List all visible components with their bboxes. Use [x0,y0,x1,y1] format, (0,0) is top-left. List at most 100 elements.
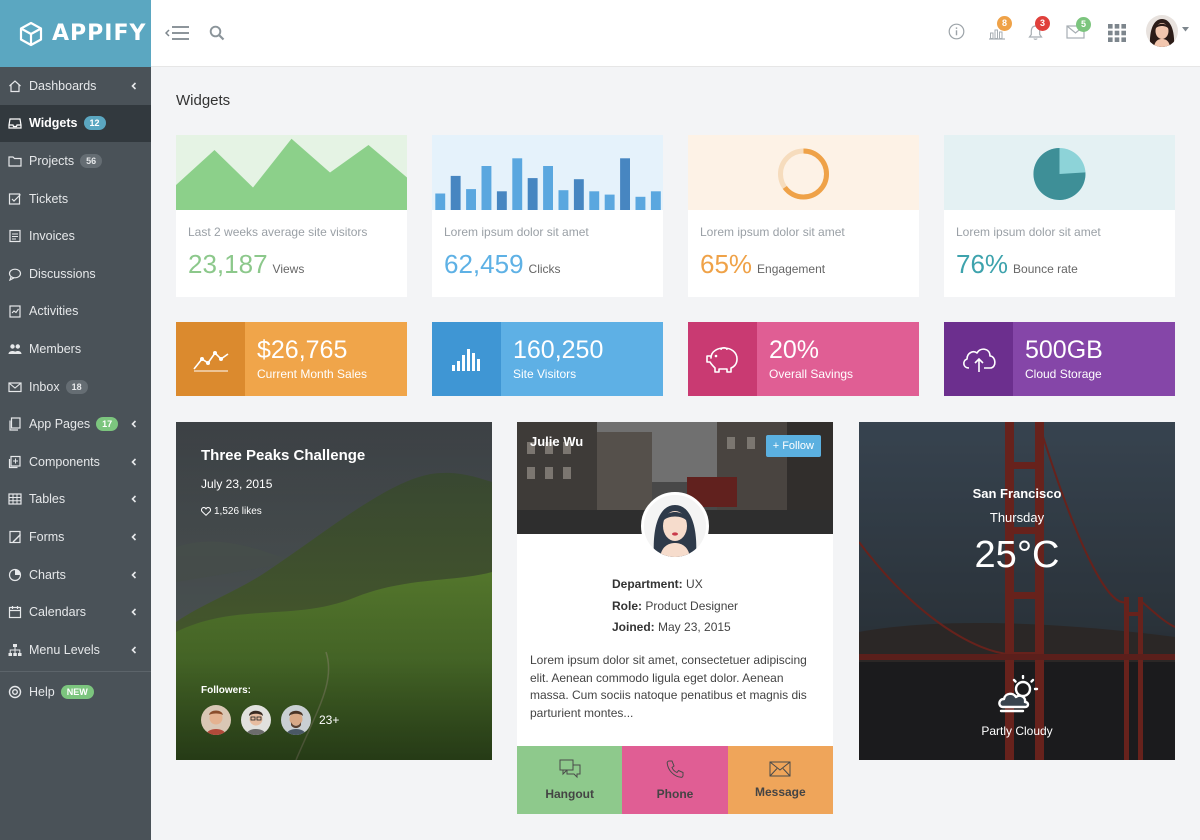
weather-card[interactable]: San Francisco Thursday 25°C Partly Cloud… [859,422,1175,760]
follow-button[interactable]: + Follow [765,435,821,457]
profile-name: Julie Wu [530,434,584,449]
sidebar-item-activities[interactable]: Activities [0,293,151,331]
sidebar-item-app-pages[interactable]: App Pages 17 [0,405,151,443]
sidebar-item-label: Charts [29,567,66,582]
bar [558,190,569,210]
weather-day: Thursday [989,510,1045,525]
sidebar-item-label: Activities [29,304,79,319]
hike-card[interactable]: Three Peaks Challenge July 23, 2015 1,52… [176,422,492,760]
sidebar-item-label: Discussions [29,266,96,281]
follower-avatar[interactable] [241,705,271,735]
count-badge: 12 [83,116,106,131]
sidebar-item-members[interactable]: Members [0,330,151,368]
joined-label: Joined: [612,620,655,634]
follower-avatar[interactable] [281,705,311,735]
bounce-pie-chart [944,135,1175,210]
menu-toggle-icon[interactable] [165,24,191,42]
tile-storage[interactable]: 500GB Cloud Storage [944,322,1175,396]
likes-button[interactable]: 1,526 likes [201,506,262,517]
profile-card: Julie Wu + Follow Department: UX Role: P… [517,422,833,814]
sidebar-item-label: Tables [29,492,66,507]
chevron-left-icon [130,646,138,654]
components-icon [8,455,22,469]
bar [650,191,661,210]
brand[interactable]: APPIFY [0,0,151,67]
stat-value: 62,459 [444,249,524,279]
envelope-icon [769,761,791,777]
sidebar-item-calendars[interactable]: Calendars [0,593,151,631]
sidebar-item-charts[interactable]: Charts [0,556,151,594]
stat-value: 76% [956,249,1009,279]
sidebar-item-discussions[interactable]: Discussions [0,255,151,293]
notifications-button[interactable]: 3 [1027,16,1050,41]
tile-value: 20% [769,336,820,364]
phone-button[interactable]: Phone [622,746,728,814]
sidebar-item-help[interactable]: Help NEW [0,674,151,712]
phone-label: Phone [656,787,694,801]
count-badge: 56 [80,153,103,168]
tile-savings[interactable]: 20% Overall Savings [688,322,919,396]
follower-avatar[interactable] [201,705,231,735]
department-value: UX [686,577,703,591]
stats-button[interactable]: 8 [988,16,1012,40]
avatar [1146,15,1178,47]
tile-visitors[interactable]: 160,250 Site Visitors [432,322,663,396]
chevron-left-icon [130,458,138,466]
likes-count: 1,526 likes [214,506,262,517]
chat-icon [8,267,22,281]
messages-button[interactable]: 5 [1066,17,1091,39]
hike-title: Three Peaks Challenge [201,447,366,464]
sidebar-nav: Dashboards Widgets 12 Projects 56 Tickets Invo… [0,67,151,669]
bar [543,166,553,210]
sidebar-item-tables[interactable]: Tables [0,481,151,519]
forms-icon [8,530,22,544]
sidebar-item-dashboards[interactable]: Dashboards [0,67,151,105]
sidebar: APPIFY Dashboards Widgets 12 Projects 56 Tick… [0,0,151,840]
followers-label: Followers: [201,685,252,696]
sidebar-item-inbox[interactable]: Inbox 18 [0,368,151,406]
info-icon[interactable] [948,23,965,40]
table-icon [8,492,22,506]
sidebar-item-label: Inbox [29,379,60,394]
user-menu[interactable] [1146,15,1189,47]
sidebar-item-forms[interactable]: Forms [0,518,151,556]
checkbox-icon [8,192,22,206]
followers-more[interactable]: 23+ [319,713,339,727]
users-icon [8,342,22,356]
message-button[interactable]: Message [727,746,833,814]
sidebar-item-menu-levels[interactable]: Menu Levels [0,631,151,669]
sidebar-item-label: Help [29,685,55,700]
sidebar-item-label: Calendars [29,605,86,620]
sidebar-item-tickets[interactable]: Tickets [0,180,151,218]
tile-label: Cloud Storage [1025,367,1102,381]
inbox-icon [8,116,22,130]
stat-unit: Engagement [757,262,826,276]
tile-value: 500GB [1025,336,1103,364]
weather-temperature: 25°C [974,534,1060,576]
bar [527,178,538,210]
chevron-left-icon [130,495,138,503]
stat-card-clicks: Lorem ipsum dolor sit amet 62,459 Clicks [432,135,663,297]
envelope-icon [8,380,22,394]
tile-sales[interactable]: $26,765 Current Month Sales [176,322,407,396]
heart-icon [201,507,211,516]
sidebar-item-label: Invoices [29,229,75,244]
sidebar-item-components[interactable]: Components [0,443,151,481]
hangout-label: Hangout [545,787,594,801]
trend-line-icon [176,322,245,396]
sidebar-item-invoices[interactable]: Invoices [0,217,151,255]
search-icon[interactable] [209,25,225,41]
home-icon [8,79,22,93]
profile-avatar [641,492,709,560]
bar [481,166,492,210]
brand-name: APPIFY [52,21,147,46]
engagement-donut-chart [688,135,919,210]
area-series [176,138,407,210]
sidebar-item-widgets[interactable]: Widgets 12 [0,104,151,143]
count-badge: 17 [96,417,119,432]
department-label: Department: [612,577,683,591]
apps-grid-icon[interactable] [1108,24,1126,42]
sidebar-item-projects[interactable]: Projects 56 [0,142,151,180]
tile-value: $26,765 [257,336,348,364]
hangout-button[interactable]: Hangout [517,746,623,814]
